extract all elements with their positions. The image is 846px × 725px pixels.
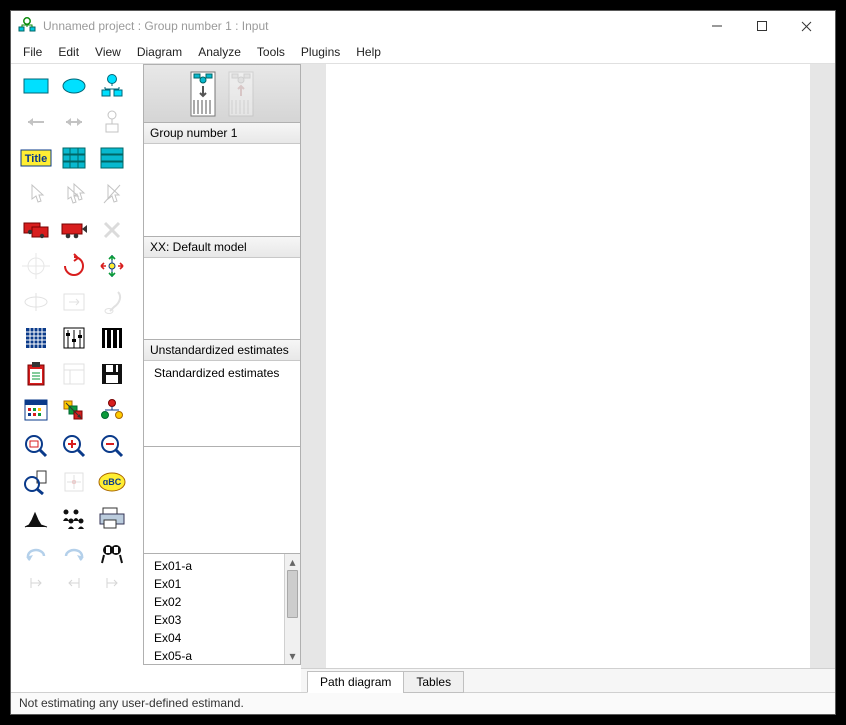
undo-tool[interactable]: [17, 536, 55, 572]
middle-column: Group number 1 XX: Default model Unstand…: [143, 64, 301, 692]
shape-change-tool[interactable]: [17, 248, 55, 284]
file-item[interactable]: Ex01-a: [150, 557, 294, 575]
est-unstd-item[interactable]: Unstandardized estimates: [144, 340, 300, 361]
redo-tool[interactable]: [55, 536, 93, 572]
scroll-up-icon[interactable]: ▴: [285, 554, 300, 570]
minimize-button[interactable]: [694, 12, 739, 41]
indicator-build-tool[interactable]: [93, 68, 131, 104]
print-tool[interactable]: [93, 500, 131, 536]
menu-analyze[interactable]: Analyze: [190, 41, 249, 63]
menubar: File Edit View Diagram Analyze Tools Plu…: [11, 41, 835, 64]
middle-header: [143, 64, 301, 123]
summary-panel: [143, 446, 301, 554]
scroll-thumb[interactable]: [287, 570, 298, 618]
tab-tables[interactable]: Tables: [403, 671, 464, 693]
zoom-out-tool[interactable]: [93, 428, 131, 464]
rotate-tool[interactable]: [55, 248, 93, 284]
multigroup-tool[interactable]: [55, 500, 93, 536]
prev-group-tool[interactable]: [17, 572, 55, 594]
calculate-estimates-tool[interactable]: [93, 320, 131, 356]
bayesian-tool[interactable]: [17, 500, 55, 536]
title-tool[interactable]: Title: [17, 140, 55, 176]
titlebar: Unnamed project : Group number 1 : Input: [11, 11, 835, 41]
zoom-in-tool[interactable]: [55, 428, 93, 464]
observed-rect-tool[interactable]: [17, 68, 55, 104]
diagram-canvas[interactable]: [326, 64, 810, 668]
status-bar: Not estimating any user-defined estimand…: [11, 692, 835, 714]
svg-text:ɑBC: ɑBC: [103, 477, 122, 487]
window-title: Unnamed project : Group number 1 : Input: [43, 19, 694, 33]
latent-ellipse-tool[interactable]: [55, 68, 93, 104]
touch-up-tool[interactable]: [93, 284, 131, 320]
input-path-icon[interactable]: [189, 70, 217, 118]
select-data-tool[interactable]: [17, 320, 55, 356]
copy-clipboard-tool[interactable]: [17, 356, 55, 392]
degrees-freedom-tool[interactable]: [93, 572, 131, 594]
file-item[interactable]: Ex03: [150, 611, 294, 629]
models-panel: XX: Default model: [143, 236, 301, 340]
zoom-page-tool[interactable]: [17, 464, 55, 500]
error-variable-tool[interactable]: [93, 104, 131, 140]
estimates-panel: Unstandardized estimates Standardized es…: [143, 339, 301, 447]
client-area: Title: [11, 64, 835, 692]
scroll-down-icon[interactable]: ▾: [285, 648, 300, 664]
files-scrollbar[interactable]: ▴ ▾: [284, 554, 300, 664]
svg-text:Title: Title: [25, 153, 47, 165]
menu-file[interactable]: File: [15, 41, 50, 63]
drag-properties-tool[interactable]: [55, 392, 93, 428]
model-item[interactable]: XX: Default model: [144, 237, 300, 258]
app-window: Unnamed project : Group number 1 : Input…: [10, 10, 836, 715]
canvas-area: Path diagram Tables: [301, 64, 835, 692]
output-path-icon[interactable]: [227, 70, 255, 118]
close-button[interactable]: [784, 12, 829, 41]
files-panel: Ex01-a Ex01 Ex02 Ex03 Ex04 Ex05-a ▴ ▾: [143, 553, 301, 665]
analysis-properties-tool[interactable]: [55, 320, 93, 356]
variables-in-dataset-tool[interactable]: [93, 140, 131, 176]
loupe-tool[interactable]: ɑBC: [93, 464, 131, 500]
file-item[interactable]: Ex01: [150, 575, 294, 593]
view-text-tool[interactable]: [55, 356, 93, 392]
copy-tool[interactable]: [17, 212, 55, 248]
groups-panel: Group number 1: [143, 122, 301, 237]
files-list: Ex01-a Ex01 Ex02 Ex03 Ex04 Ex05-a: [144, 554, 300, 665]
est-std-item[interactable]: Standardized estimates: [150, 364, 294, 382]
file-item[interactable]: Ex05-a: [150, 647, 294, 665]
object-properties-tool[interactable]: [17, 392, 55, 428]
group-item[interactable]: Group number 1: [144, 123, 300, 144]
scroll-tool[interactable]: [55, 284, 93, 320]
single-arrow-tool[interactable]: [17, 104, 55, 140]
menu-diagram[interactable]: Diagram: [129, 41, 190, 63]
next-group-tool[interactable]: [55, 572, 93, 594]
maximize-button[interactable]: [739, 12, 784, 41]
tab-path-diagram[interactable]: Path diagram: [307, 671, 404, 693]
deselect-all-tool[interactable]: [93, 176, 131, 212]
move-param-tool[interactable]: [17, 284, 55, 320]
reflect-tool[interactable]: [93, 248, 131, 284]
specification-search-tool[interactable]: [93, 536, 131, 572]
menu-plugins[interactable]: Plugins: [293, 41, 348, 63]
tabstrip: Path diagram Tables: [301, 668, 835, 692]
menu-view[interactable]: View: [87, 41, 129, 63]
menu-edit[interactable]: Edit: [50, 41, 87, 63]
double-arrow-tool[interactable]: [55, 104, 93, 140]
menu-tools[interactable]: Tools: [249, 41, 293, 63]
file-item[interactable]: Ex02: [150, 593, 294, 611]
toolbox: Title: [11, 64, 143, 692]
move-tool[interactable]: [55, 212, 93, 248]
app-logo-icon: [17, 16, 37, 36]
window-buttons: [694, 12, 829, 41]
select-all-tool[interactable]: [55, 176, 93, 212]
variables-in-model-tool[interactable]: [55, 140, 93, 176]
zoom-area-tool[interactable]: [17, 428, 55, 464]
menu-help[interactable]: Help: [348, 41, 389, 63]
erase-tool[interactable]: [93, 212, 131, 248]
file-item[interactable]: Ex04: [150, 629, 294, 647]
save-tool[interactable]: [93, 356, 131, 392]
select-one-tool[interactable]: [17, 176, 55, 212]
tool-grid: Title: [17, 68, 137, 608]
fit-page-tool[interactable]: [55, 464, 93, 500]
preserve-symm-tool[interactable]: [93, 392, 131, 428]
